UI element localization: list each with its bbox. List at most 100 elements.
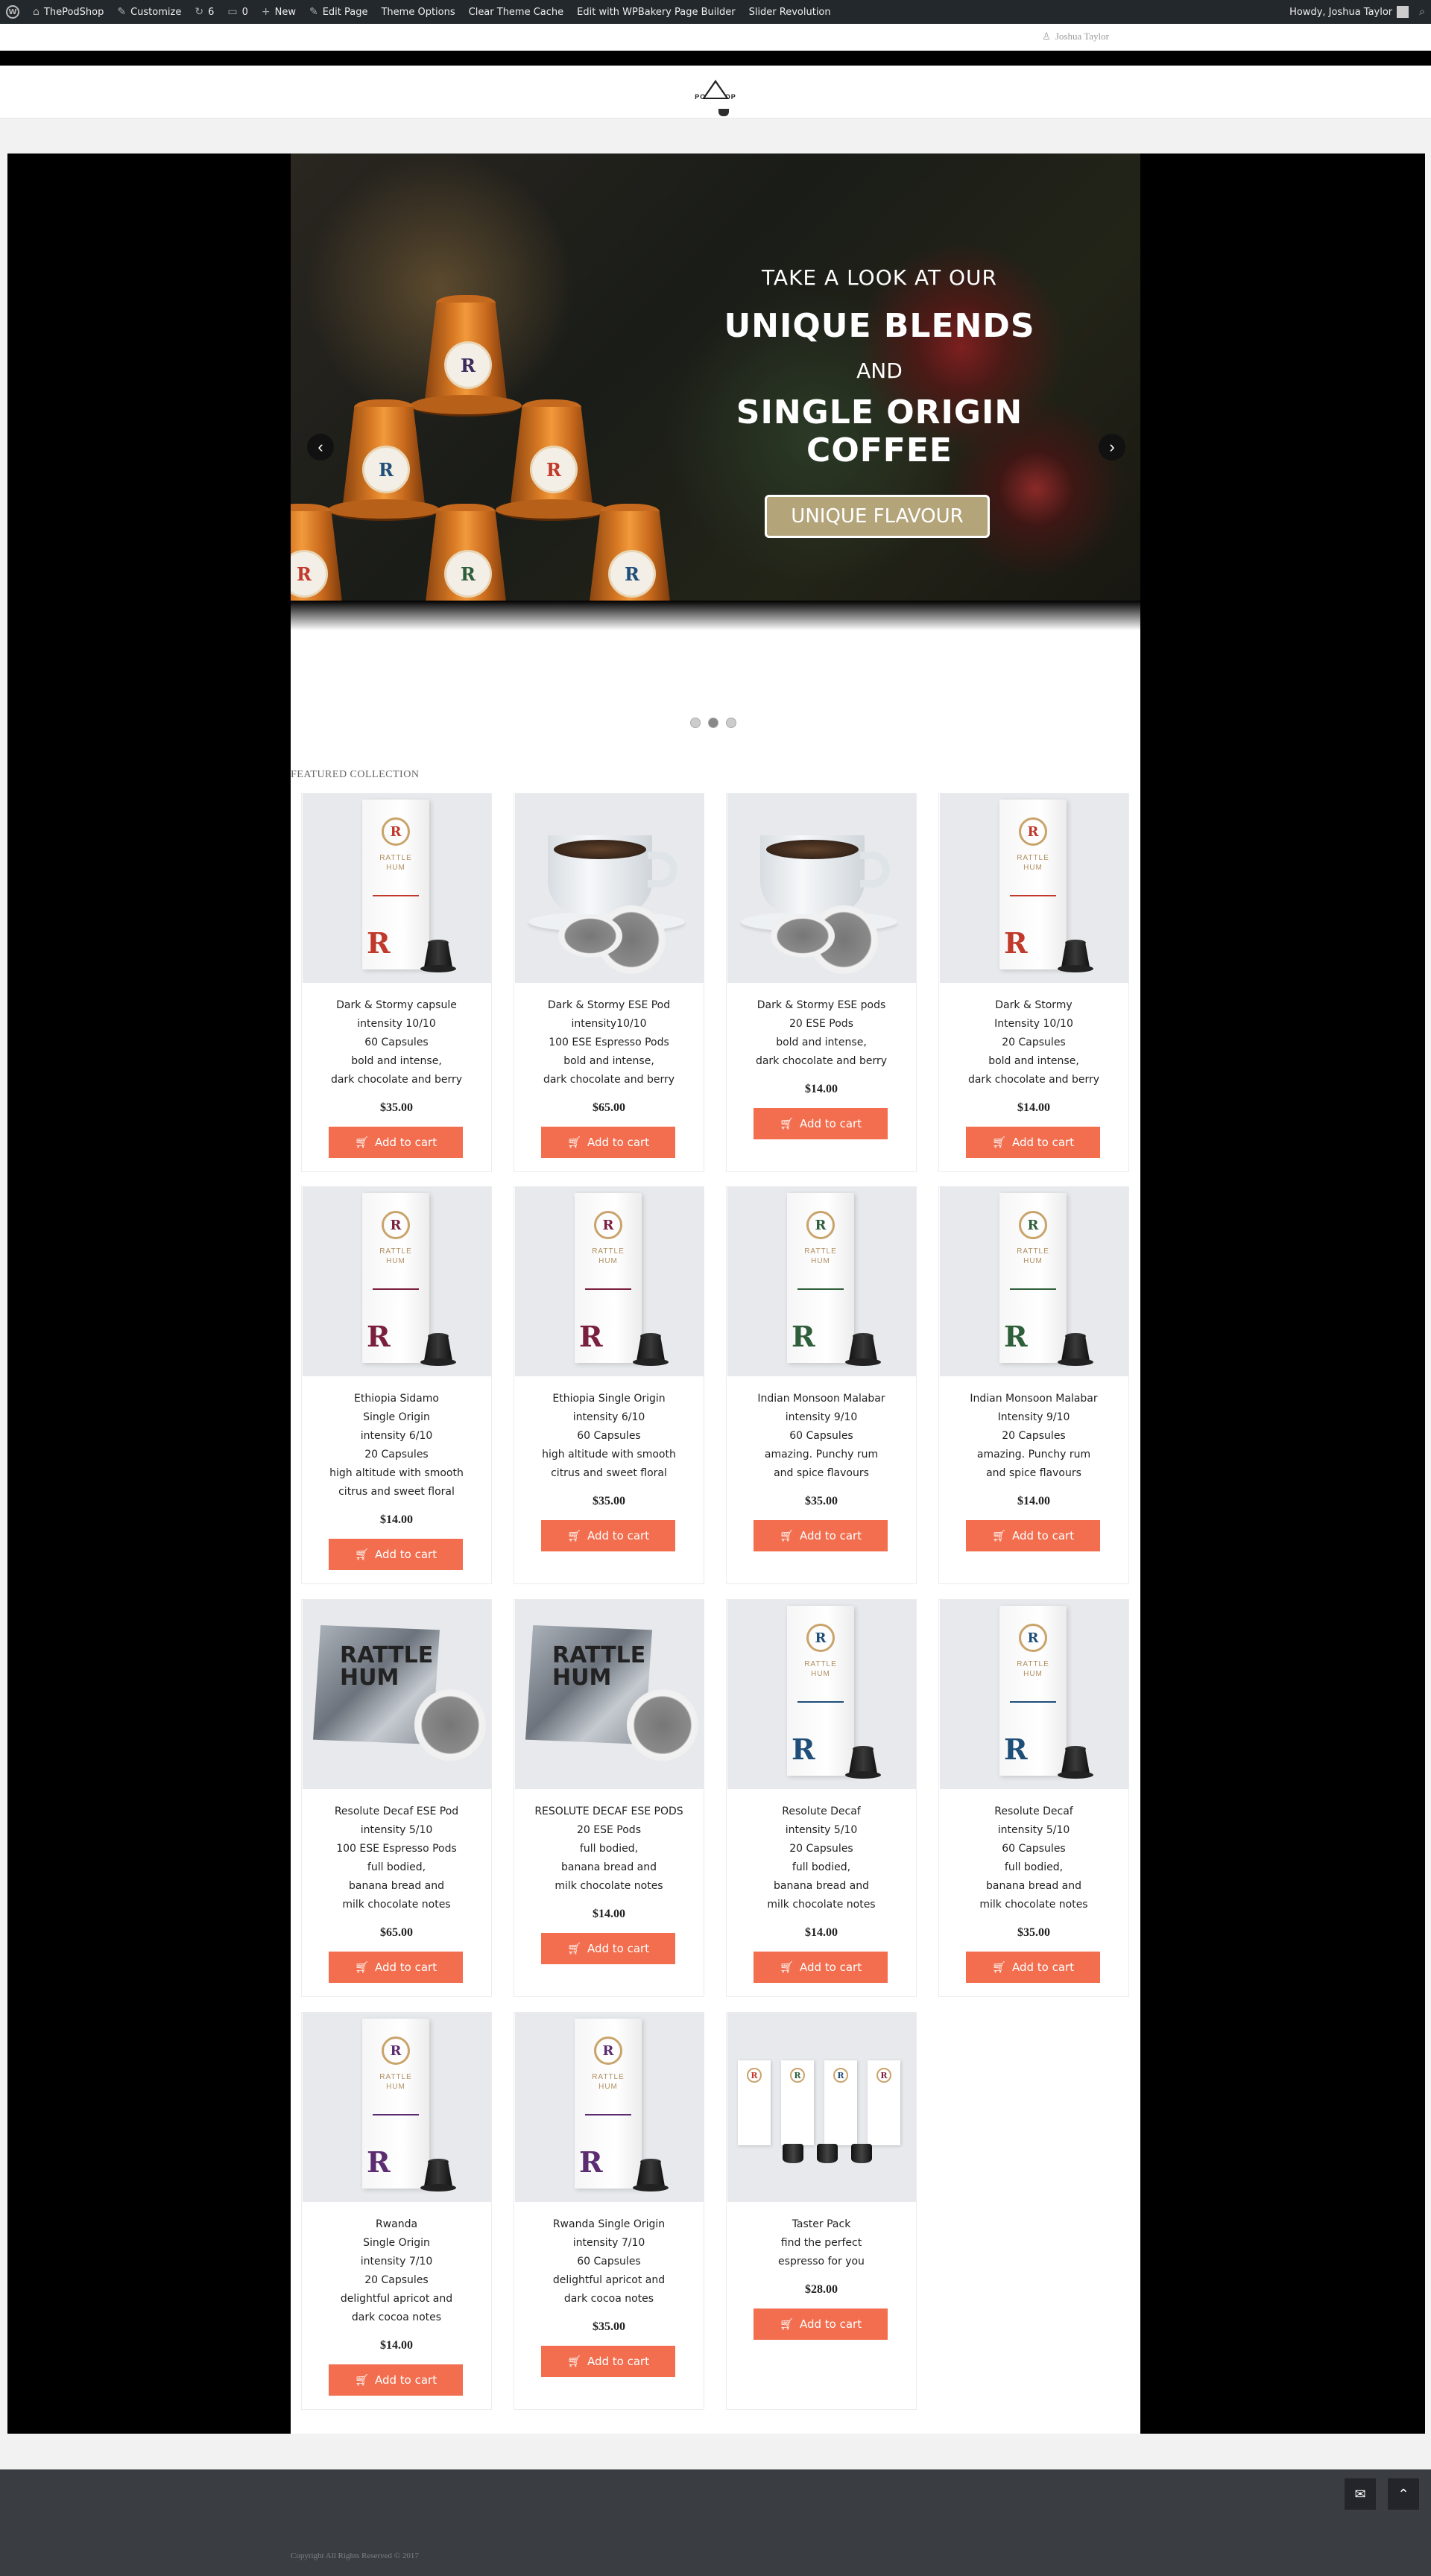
product-card: R RATTLE HUM R Rwanda Single Origin intensity… [301,2012,492,2410]
product-detail-line: milk chocolate notes [979,1899,1088,1911]
unique-flavour-button[interactable]: UNIQUE FLAVOUR [765,495,990,538]
product-image[interactable] [515,794,704,983]
product-detail-line: 20 Capsules [1002,1430,1066,1442]
site-name-link[interactable]: ⌂ ThePodShop [33,6,104,18]
box-brand-text: RATTLE HUM [1017,1660,1049,1678]
product-detail-line: banana bread and [773,1880,870,1892]
product-description[interactable]: Dark & Stormy capsule intensity 10/10 60 C… [302,996,491,1089]
product-price: $65.00 [380,1926,413,1939]
add-to-cart-button[interactable]: 🛒︎ Add to cart [966,1952,1100,1983]
product-image[interactable]: R RATTLE HUM R [303,2013,491,2202]
edit-page-link[interactable]: ✎ Edit Page [309,6,368,18]
add-to-cart-label: Add to cart [1011,1961,1075,1974]
product-image[interactable] [727,794,916,983]
capsule-image [420,1333,456,1366]
slider-next-button[interactable]: › [1099,434,1125,461]
add-to-cart-button[interactable]: 🛒︎ Add to cart [541,1520,675,1551]
product-image[interactable]: R RATTLE HUM R [303,1187,491,1376]
theme-options-link[interactable]: Theme Options [381,7,455,18]
add-to-cart-button[interactable]: 🛒︎ Add to cart [329,1952,463,1983]
cart-icon: 🛒︎ [566,2355,581,2368]
product-image[interactable]: R RATTLE HUM R [515,2013,704,2202]
product-card: R RATTLE HUM R Indian Monsoon Malabar Intens… [938,1186,1129,1584]
customize-link[interactable]: ✎ Customize [117,6,181,18]
updates-link[interactable]: ↻ 6 [195,6,214,18]
product-card: R RATTLE HUM R Indian Monsoon Malabar intens… [726,1186,917,1584]
slider-dot[interactable] [708,718,718,728]
add-to-cart-button[interactable]: 🛒︎ Add to cart [754,2308,888,2340]
product-description[interactable]: Dark & Stormy ESE pods 20 ESE Pods bold an… [727,996,916,1071]
add-to-cart-button[interactable]: 🛒︎ Add to cart [966,1520,1100,1551]
slider-prev-button[interactable]: ‹ [307,434,334,461]
add-to-cart-button[interactable]: 🛒︎ Add to cart [754,1520,888,1551]
clear-cache-link[interactable]: Clear Theme Cache [469,7,564,18]
product-detail-line: full bodied, [579,1843,639,1855]
search-button[interactable]: ⌕ [1419,6,1425,18]
product-description[interactable]: Resolute Decaf ESE Pod intensity 5/10 100 … [302,1803,491,1914]
wordpress-menu[interactable]: W [6,5,19,19]
account-link[interactable]: ♙ Joshua Taylor [1042,31,1109,42]
product-detail-line: 60 Capsules [364,1037,429,1048]
scroll-top-button[interactable]: ⌃ [1388,2478,1419,2510]
cart-icon: 🛒︎ [779,2317,794,2331]
add-to-cart-button[interactable]: 🛒︎ Add to cart [754,1952,888,1983]
slider-revolution-link[interactable]: Slider Revolution [749,7,831,18]
brand-seal-icon: R [594,1211,622,1239]
comments-link[interactable]: ▭ 0 [227,6,248,18]
add-to-cart-button[interactable]: 🛒︎ Add to cart [966,1127,1100,1158]
slide-heading-1: TAKE A LOOK AT OUR [761,265,997,290]
product-image[interactable]: R RATTLE HUM R [940,1187,1128,1376]
add-to-cart-button[interactable]: 🛒︎ Add to cart [329,2364,463,2396]
product-description[interactable]: Ethiopia Single Origin intensity 6/10 60 C… [514,1390,704,1483]
product-image[interactable]: R RATTLE HUM R [515,1187,704,1376]
contact-button[interactable]: ✉ [1345,2478,1376,2510]
slider-dot[interactable] [726,718,736,728]
product-description[interactable]: Dark & Stormy ESE Pod intensity10/10 100 E… [514,996,704,1089]
slider-dot[interactable] [690,718,701,728]
product-title: Resolute Decaf ESE Pod [334,1806,459,1817]
capsule-image [1058,940,1093,972]
product-description[interactable]: Dark & Stormy Intensity 10/10 20 Capsules b… [939,996,1128,1089]
add-to-cart-button[interactable]: 🛒︎ Add to cart [541,1127,675,1158]
product-description[interactable]: Resolute Decaf intensity 5/10 60 Capsules f… [939,1803,1128,1914]
product-image[interactable]: R RATTLE HUM R [727,1600,916,1789]
add-to-cart-button[interactable]: 🛒︎ Add to cart [329,1539,463,1570]
product-description[interactable]: Ethiopia Sidamo Single Origin intensity 6/… [302,1390,491,1501]
product-description[interactable]: Indian Monsoon Malabar Intensity 9/10 20 C… [939,1390,1128,1483]
product-image[interactable]: RATTLE HUM [303,1600,491,1789]
add-to-cart-button[interactable]: 🛒︎ Add to cart [329,1127,463,1158]
brand-seal-icon: R [1019,817,1047,846]
product-description[interactable]: Taster Pack find the perfect espresso for … [727,2215,916,2271]
account-menu[interactable]: Howdy, Joshua Taylor [1289,6,1409,18]
add-to-cart-button[interactable]: 🛒︎ Add to cart [541,1933,675,1964]
capsule-image [851,2144,872,2163]
hero-slider[interactable]: R R R R R R TAKE A LOOK AT OUR UNIQUE BL… [291,154,1140,630]
product-description[interactable]: Rwanda Single Origin intensity 7/10 20 Caps… [302,2215,491,2327]
product-description[interactable]: Indian Monsoon Malabar intensity 9/10 60 C… [727,1390,916,1483]
section-title: FEATURED COLLECTION [291,769,420,780]
product-detail-line: dark cocoa notes [351,2311,442,2323]
product-description[interactable]: Resolute Decaf intensity 5/10 20 Capsules f… [727,1803,916,1914]
brand-r-icon: R [367,1320,391,1353]
wpbakery-link[interactable]: Edit with WPBakery Page Builder [577,7,735,18]
product-image[interactable]: R RATTLE HUM R [303,794,491,983]
product-image[interactable]: RATTLE HUM [515,1600,704,1789]
product-image[interactable]: R RATTLE HUM R [940,794,1128,983]
product-detail-line: Intensity 10/10 [994,1018,1073,1030]
product-title: Dark & Stormy ESE Pod [547,999,671,1011]
brand-seal-icon: R [806,1624,835,1652]
slide-heading-4: SINGLE ORIGIN COFFEE [736,393,1023,469]
product-image[interactable]: R RATTLE HUM R [940,1600,1128,1789]
product-detail-line: 60 Capsules [577,1430,641,1442]
site-logo[interactable]: POD SHOP [686,66,745,116]
product-image[interactable]: R RATTLE HUM R [727,1187,916,1376]
product-price: $35.00 [380,1101,413,1114]
new-content-link[interactable]: + New [262,6,296,18]
product-description[interactable]: RESOLUTE DECAF ESE PODS 20 ESE Pods full b… [514,1803,704,1896]
pack-brand-text: RATTLE HUM [340,1642,434,1691]
add-to-cart-button[interactable]: 🛒︎ Add to cart [541,2346,675,2377]
product-detail-line: banana bread and [560,1861,657,1873]
product-image[interactable]: RRRR [727,2013,916,2202]
add-to-cart-button[interactable]: 🛒︎ Add to cart [754,1108,888,1139]
product-description[interactable]: Rwanda Single Origin intensity 7/10 60 Cap… [514,2215,704,2308]
